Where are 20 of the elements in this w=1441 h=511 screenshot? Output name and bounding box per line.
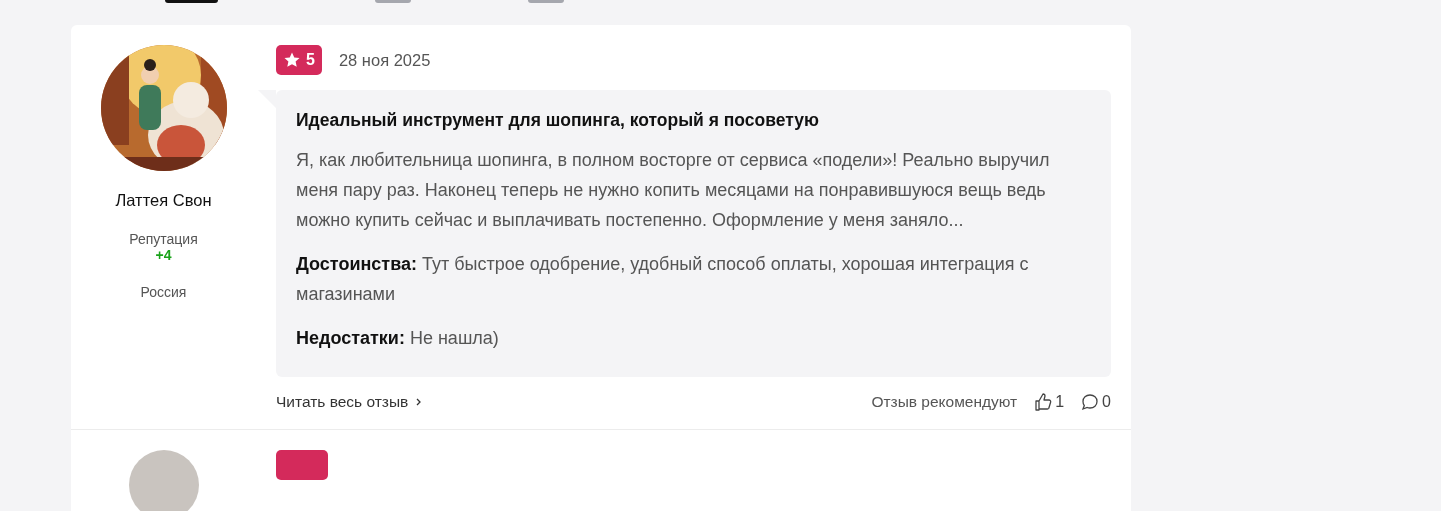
filter-chip[interactable] xyxy=(165,0,218,3)
author-country: Россия xyxy=(140,284,187,300)
author-name[interactable]: Латтея Свон xyxy=(115,191,212,210)
star-icon xyxy=(283,51,301,69)
review-date: 28 ноя 2025 xyxy=(338,50,431,70)
read-more-link[interactable]: Читать весь отзыв xyxy=(276,393,425,411)
rating-value: 5 xyxy=(306,51,315,69)
comment-button[interactable]: 0 xyxy=(1080,392,1111,412)
like-button[interactable]: 1 xyxy=(1033,392,1065,412)
review-text: Я, как любительница шопинга, в полном восторге от сервиса «подели»! Реально выручил меня пару раз. Наконец теперь не нужно копить месяцами на понравившуюся вещь ведь можно купить сейчас и выплачивать постепенно. Оформление у меня заняло... xyxy=(296,149,1051,232)
filter-chip[interactable] xyxy=(528,0,564,3)
filter-chip[interactable] xyxy=(375,0,411,3)
reputation-label: Репутация xyxy=(129,231,198,247)
recommend-label: Отзыв рекомендуют xyxy=(871,393,1018,411)
reputation-value: +4 xyxy=(155,247,172,263)
review-title: Идеальный инструмент для шопинга, который я посоветую xyxy=(296,110,820,131)
cons-text: Недостатки: Не нашла) xyxy=(296,327,500,350)
pros-text: Достоинства: Тут быстрое одобрение, удобный способ оплаты, хорошая интеграция с магазинами xyxy=(296,253,1030,306)
avatar xyxy=(129,450,199,511)
rating-badge xyxy=(276,450,328,480)
